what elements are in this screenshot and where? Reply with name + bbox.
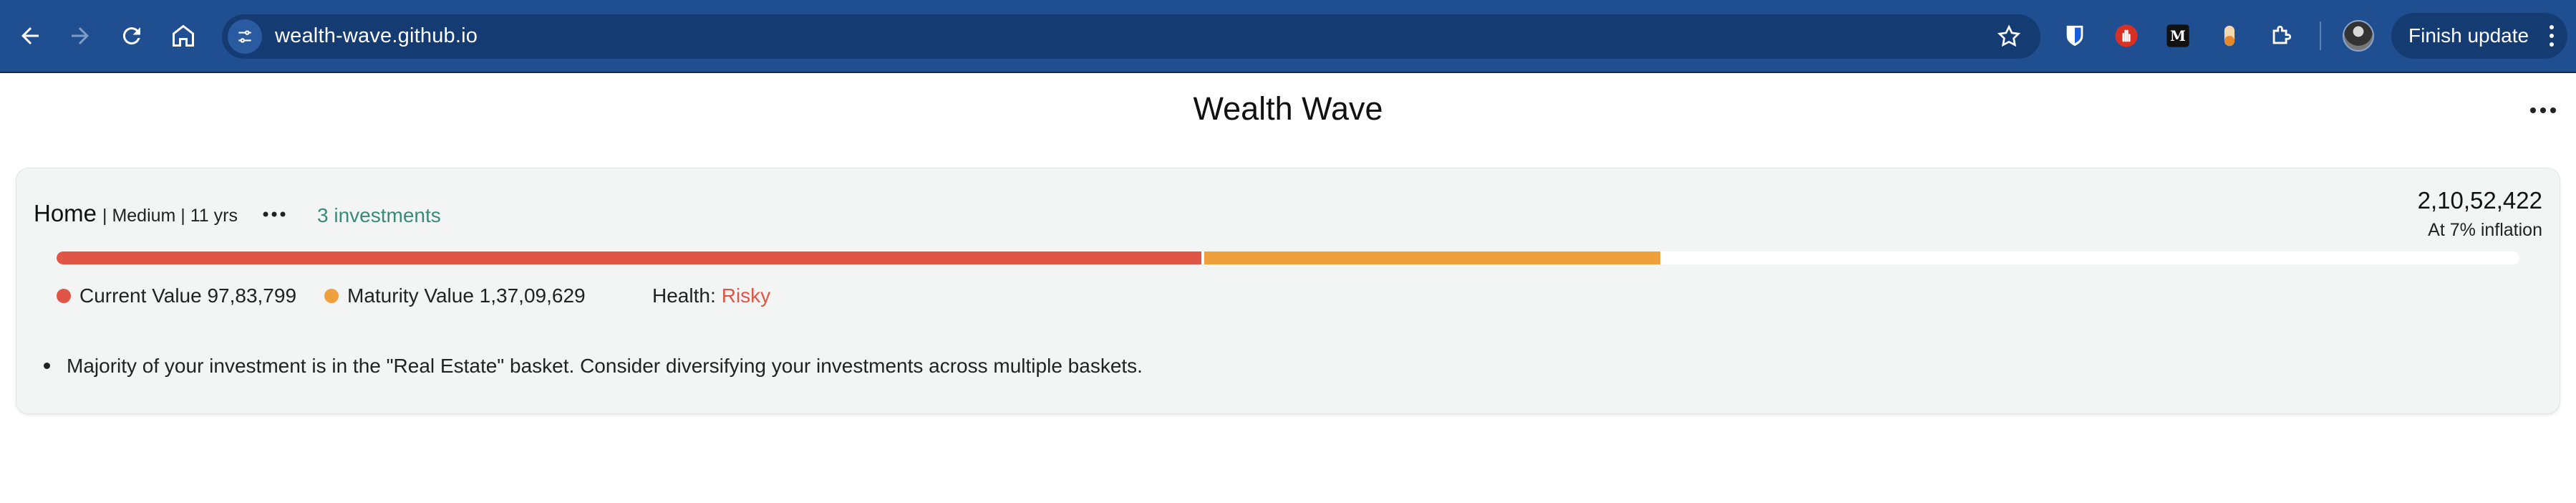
more-vert-icon (2550, 25, 2554, 47)
health-status: Risky (721, 284, 771, 307)
back-arrow-icon (21, 27, 39, 44)
toolbar-divider (2320, 21, 2321, 50)
maturity-value-segment (1204, 252, 1660, 264)
page-title: Wealth Wave (1193, 90, 1383, 127)
insight-item: Majority of your investment is in the "R… (38, 355, 1143, 378)
stop-hand-icon[interactable] (2113, 23, 2139, 49)
current-value-segment (57, 252, 1201, 264)
browser-toolbar: wealth-wave.github.io M Finish update (0, 0, 2576, 73)
goal-meta: | Medium | 11 yrs (102, 206, 238, 226)
forward-button[interactable] (57, 13, 103, 59)
current-value-label: Current Value 97,83,799 (79, 284, 297, 307)
medium-icon[interactable]: M (2165, 23, 2191, 49)
goal-more-icon[interactable] (260, 206, 289, 223)
home-button[interactable] (160, 13, 206, 59)
goal-card[interactable]: Home | Medium | 11 yrs 3 investments 2,1… (16, 168, 2560, 414)
reload-button[interactable] (109, 13, 155, 59)
goal-target-amount: 2,10,52,422 (2417, 187, 2542, 214)
inflation-note: At 7% inflation (2428, 220, 2542, 240)
legend-maturity: Maturity Value 1,37,09,629 (324, 284, 586, 307)
site-settings-icon[interactable] (228, 19, 262, 54)
goal-name: Home (34, 200, 97, 226)
pill-icon[interactable] (2217, 23, 2242, 49)
forward-arrow-icon (72, 27, 89, 44)
puzzle-extensions-icon[interactable] (2268, 23, 2294, 49)
address-bar[interactable]: wealth-wave.github.io (222, 14, 2040, 59)
bitwarden-icon[interactable] (2062, 23, 2088, 49)
url-text[interactable]: wealth-wave.github.io (275, 24, 478, 48)
health-label: Health: (652, 284, 716, 307)
legend-current: Current Value 97,83,799 (57, 284, 296, 307)
home-icon (173, 24, 194, 47)
maturity-value-label: Maturity Value 1,37,09,629 (347, 284, 586, 307)
profile-avatar[interactable] (2343, 20, 2374, 52)
legend-health: Health: Risky (652, 284, 770, 307)
finish-update-button[interactable]: Finish update (2391, 13, 2567, 59)
maturity-dot-icon (324, 289, 339, 303)
bookmark-star-icon[interactable] (1996, 24, 2022, 49)
current-dot-icon (57, 289, 71, 303)
svg-text:M: M (2170, 27, 2186, 44)
goal-progress-bar (57, 252, 2519, 264)
finish-update-label: Finish update (2408, 24, 2529, 47)
reload-icon (122, 27, 140, 45)
back-button[interactable] (7, 13, 53, 59)
insights-list: Majority of your investment is in the "R… (38, 355, 1143, 378)
investments-link[interactable]: 3 investments (317, 204, 441, 227)
page-more-menu-icon[interactable] (2527, 96, 2559, 125)
